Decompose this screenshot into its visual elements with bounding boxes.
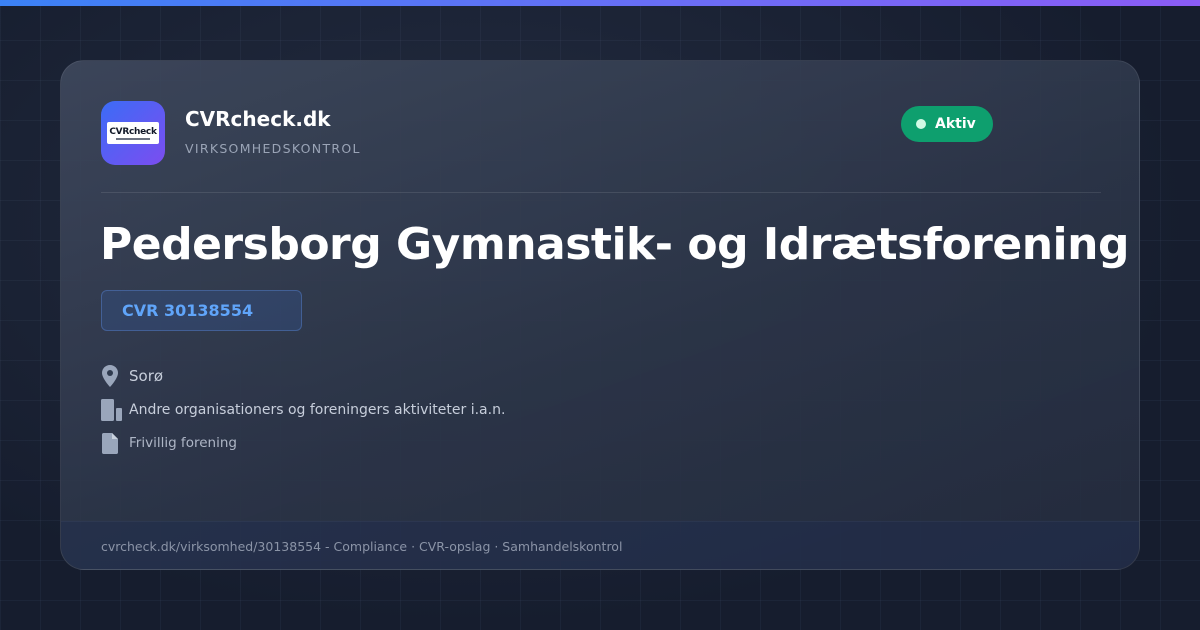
card-footer: cvrcheck.dk/virksomhed/30138554 - Compli… (61, 521, 1139, 569)
logo-wordmark: CVRcheck (109, 126, 157, 137)
company-card: CVRcheck CVRcheck.dk VIRKSOMHEDSKONTROL … (60, 60, 1140, 570)
company-name: Pedersborg Gymnastik- og Idrætsforening (100, 219, 1129, 270)
logo-underline (116, 137, 150, 140)
info-row-location: Sorø (101, 364, 163, 388)
brand-name: CVRcheck.dk (185, 107, 331, 131)
status-dot-icon (916, 119, 926, 129)
industry-text: Andre organisationers og foreningers akt… (129, 402, 506, 418)
document-icon (101, 431, 119, 455)
building-icon (101, 398, 123, 422)
location-text: Sorø (129, 367, 164, 385)
company-type-text: Frivillig forening (129, 435, 237, 451)
status-badge: Aktiv (901, 106, 993, 142)
header-divider (101, 192, 1101, 193)
map-pin-icon (101, 364, 119, 388)
brand-tagline: VIRKSOMHEDSKONTROL (185, 141, 361, 156)
footer-text: cvrcheck.dk/virksomhed/30138554 - Compli… (101, 539, 623, 554)
logo-plate: CVRcheck (107, 122, 159, 144)
cvr-badge: CVR 30138554 (101, 290, 302, 331)
top-accent-bar (0, 0, 1200, 6)
cvr-number: CVR 30138554 (122, 301, 254, 320)
info-row-industry: Andre organisationers og foreningers akt… (101, 398, 505, 422)
status-label: Aktiv (935, 116, 976, 132)
info-row-company-type: Frivillig forening (101, 431, 237, 455)
brand-logo: CVRcheck (101, 101, 165, 165)
